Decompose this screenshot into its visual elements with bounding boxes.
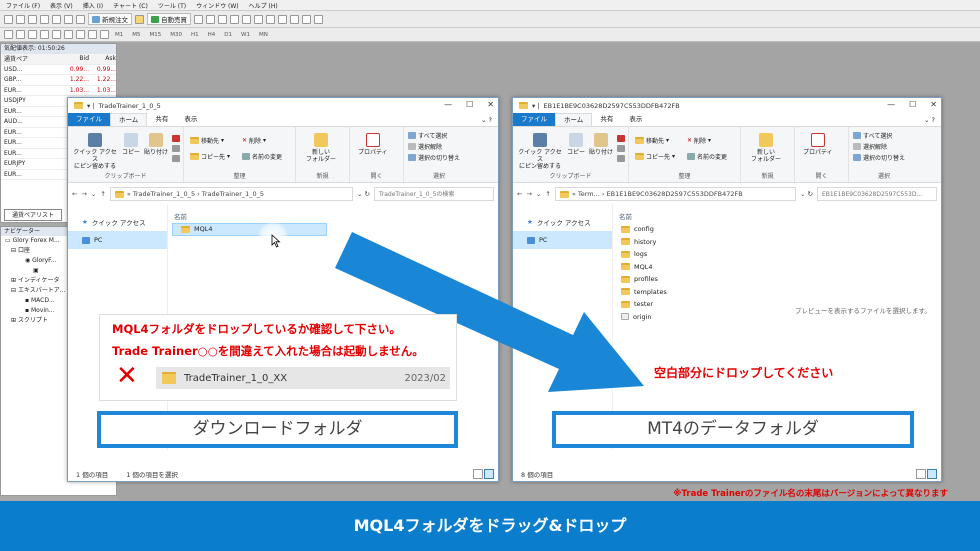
drag-arrow xyxy=(335,232,644,392)
mt4-data-folder-label: MT4のデータフォルダ xyxy=(552,411,914,448)
x-mark-icon: ✕ xyxy=(116,361,138,391)
warning-line-1: MQL4フォルダをドロップしているか確認して下さい。 xyxy=(112,322,401,336)
warning-line-2: Trade Trainer○○を間違えて入れた場合は起動しません。 xyxy=(112,344,424,358)
wrong-folder-example: TradeTrainer_1_0_XX 2023/02 xyxy=(156,367,450,389)
warning-note: MQL4フォルダをドロップしているか確認して下さい。 Trade Trainer… xyxy=(99,314,457,401)
mouse-cursor-icon xyxy=(271,234,281,248)
version-note: ※Trade Trainerのファイル名の末尾はバージョンによって異なります xyxy=(673,489,948,499)
folder-icon xyxy=(162,372,176,384)
download-folder-label: ダウンロードフォルダ xyxy=(97,411,458,448)
caption-banner: MQL4フォルダをドラッグ&ドロップ xyxy=(0,501,980,551)
drop-instruction: 空白部分にドロップしてください xyxy=(654,366,834,380)
example-folder-name: TradeTrainer_1_0_XX xyxy=(184,372,288,384)
example-folder-date: 2023/02 xyxy=(404,372,446,384)
